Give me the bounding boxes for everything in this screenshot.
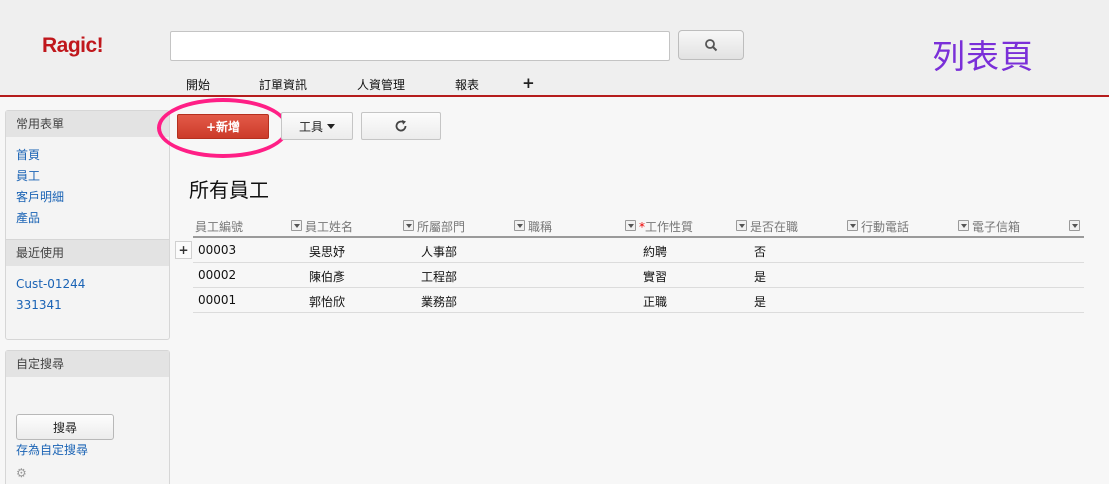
search-icon: [705, 39, 718, 52]
cell-employee-name: 郭怡欣: [309, 295, 346, 309]
employee-table: 員工編號 員工姓名 所屬部門 職稱 *工作性質 是否在職 行動電話 電子信箱 +…: [175, 215, 1084, 313]
cell-employee-name: 陳伯彥: [309, 270, 346, 284]
custom-search-button[interactable]: 搜尋: [16, 414, 114, 440]
main-nav: 開始 訂單資訊 人資管理 報表 +: [170, 76, 535, 94]
table-row[interactable]: + 00003 吳思妤 人事部 約聘 否: [175, 238, 1084, 263]
sidebar-link-customers[interactable]: 客戶明細: [6, 187, 169, 208]
cell-job-type: 正職: [643, 295, 668, 309]
column-menu-icon[interactable]: [958, 220, 969, 231]
chevron-down-icon: [327, 123, 335, 129]
column-menu-icon[interactable]: [736, 220, 747, 231]
save-custom-search-link[interactable]: 存為自定搜尋: [6, 440, 169, 460]
table-row[interactable]: 00001 郭怡欣 業務部 正職 是: [193, 288, 1084, 313]
column-header-department[interactable]: 所屬部門: [417, 218, 465, 235]
cell-employee-id: 00002: [198, 268, 237, 282]
column-header-employed[interactable]: 是否在職: [750, 218, 798, 235]
column-header-title[interactable]: 職稱: [528, 218, 552, 235]
column-header-mobile[interactable]: 行動電話: [861, 218, 909, 235]
cell-employee-name: 吳思妤: [309, 245, 346, 259]
column-menu-icon[interactable]: [291, 220, 302, 231]
column-menu-icon[interactable]: [1069, 220, 1080, 231]
table-header-row: 員工編號 員工姓名 所屬部門 職稱 *工作性質 是否在職 行動電話 電子信箱: [193, 215, 1084, 238]
nav-item-hr[interactable]: 人資管理: [357, 76, 405, 94]
refresh-button[interactable]: [361, 112, 441, 140]
column-menu-icon[interactable]: [403, 220, 414, 231]
column-menu-icon[interactable]: [625, 220, 636, 231]
nav-item-start[interactable]: 開始: [186, 76, 210, 94]
sidebar-link-employees[interactable]: 員工: [6, 166, 169, 187]
column-header-email[interactable]: 電子信箱: [972, 218, 1020, 235]
gear-icon[interactable]: ⚙: [16, 466, 169, 480]
cell-employed: 是: [754, 270, 767, 284]
cell-department: 工程部: [421, 270, 458, 284]
cell-department: 業務部: [421, 295, 458, 309]
page-caption: 列表頁: [932, 37, 1034, 76]
table-row[interactable]: 00002 陳伯彥 工程部 實習 是: [193, 263, 1084, 288]
tools-menu-button[interactable]: 工具: [281, 112, 353, 140]
refresh-icon: [395, 120, 407, 132]
sheet-title: 所有員工: [189, 178, 269, 202]
cell-employee-id: 00001: [198, 293, 237, 307]
nav-add-tab-button[interactable]: +: [522, 76, 535, 94]
app-logo[interactable]: Ragic!: [42, 34, 104, 58]
cell-employed: 是: [754, 295, 767, 309]
column-menu-icon[interactable]: [514, 220, 525, 231]
cell-department: 人事部: [421, 245, 458, 259]
column-header-job-type[interactable]: *工作性質: [639, 218, 693, 235]
cell-job-type: 約聘: [643, 245, 668, 259]
column-header-employee-name[interactable]: 員工姓名: [305, 218, 353, 235]
frequent-forms-title: 常用表單: [6, 111, 169, 137]
recent-link-cust[interactable]: Cust-01244: [6, 274, 169, 295]
recent-link-record[interactable]: 331341: [6, 295, 169, 316]
column-header-employee-id[interactable]: 員工編號: [195, 218, 243, 235]
sidebar-panel-forms: 常用表單 首頁 員工 客戶明細 產品 最近使用 Cust-01244 33134…: [5, 110, 170, 340]
row-expand-button[interactable]: +: [175, 241, 192, 259]
sidebar-link-home[interactable]: 首頁: [6, 145, 169, 166]
search-button[interactable]: [678, 30, 744, 60]
nav-item-reports[interactable]: 報表: [455, 76, 479, 94]
nav-item-orders[interactable]: 訂單資訊: [259, 76, 307, 94]
cell-employee-id: 00003: [198, 243, 237, 257]
sidebar-panel-custom-search: 自定搜尋 搜尋 存為自定搜尋 ⚙: [5, 350, 170, 484]
recent-title: 最近使用: [6, 240, 169, 266]
cell-employed: 否: [754, 245, 767, 259]
custom-search-title: 自定搜尋: [6, 351, 169, 377]
column-menu-icon[interactable]: [847, 220, 858, 231]
search-input[interactable]: [170, 31, 670, 61]
cell-job-type: 實習: [643, 270, 668, 284]
tools-label: 工具: [298, 119, 323, 134]
highlight-circle: [157, 98, 289, 158]
sidebar-link-products[interactable]: 產品: [6, 208, 169, 229]
top-header: Ragic! 列表頁 開始 訂單資訊 人資管理 報表 +: [0, 0, 1109, 97]
